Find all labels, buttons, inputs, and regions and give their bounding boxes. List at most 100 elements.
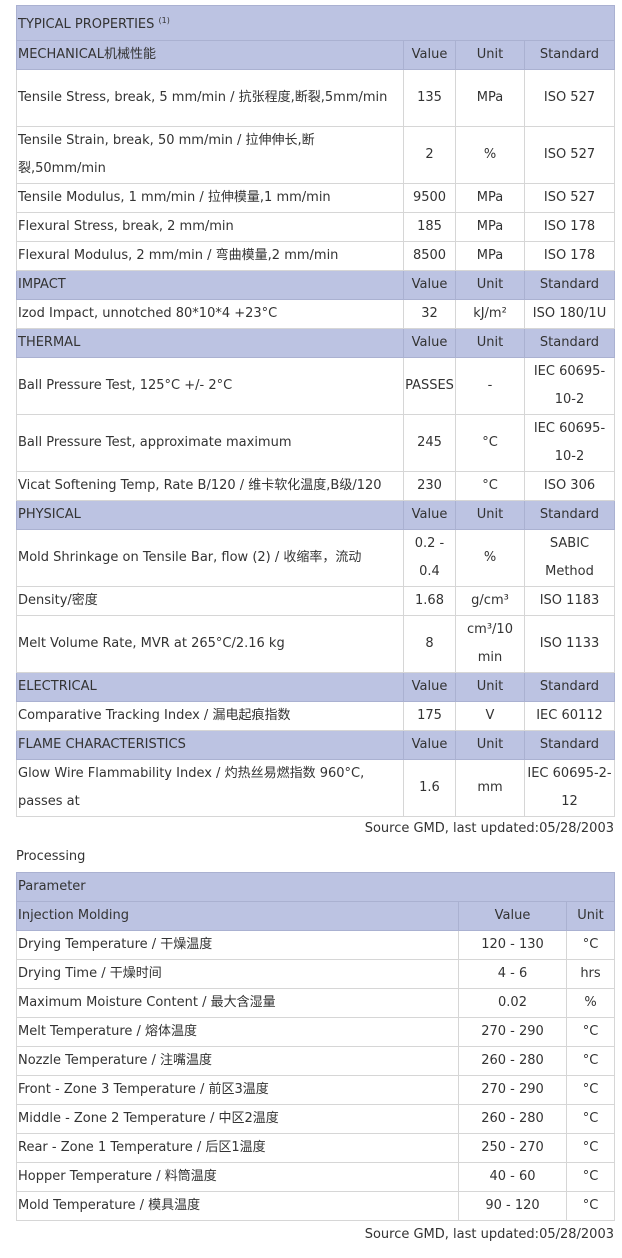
processing-label: Processing bbox=[16, 849, 86, 864]
col-standard-header: Standard bbox=[524, 500, 615, 530]
table-row: Middle - Zone 2 Temperature / 中区2温度 260 -… bbox=[16, 1104, 615, 1134]
col-value-header: Value bbox=[403, 328, 456, 358]
property-cell: Ball Pressure Test, approximate maximum bbox=[16, 414, 404, 472]
table-row: Ball Pressure Test, approximate maximum 2… bbox=[16, 414, 615, 472]
property-cell: Mold Shrinkage on Tensile Bar, flow (2) … bbox=[16, 529, 404, 587]
property-cell: Tensile Stress, break, 5 mm/min / 抗张程度,断… bbox=[16, 69, 404, 127]
section-header-row: MECHANICAL机械性能 Value Unit Standard bbox=[16, 40, 615, 70]
col-value-header: Value bbox=[403, 270, 456, 300]
unit-cell: % bbox=[455, 126, 525, 184]
standard-cell: IEC 60695-10-2 bbox=[524, 414, 615, 472]
table-row: Tensile Strain, break, 50 mm/min / 拉伸伸长,… bbox=[16, 126, 615, 184]
unit-cell: hrs bbox=[566, 959, 615, 989]
parameter-cell: Front - Zone 3 Temperature / 前区3温度 bbox=[16, 1075, 459, 1105]
unit-cell: °C bbox=[455, 471, 525, 501]
parameter-header: Parameter bbox=[16, 872, 615, 902]
section-name: PHYSICAL bbox=[16, 500, 404, 530]
table-row: Izod Impact, unnotched 80*10*4 +23°C 32 kJ… bbox=[16, 299, 615, 329]
standard-cell: IEC 60695-10-2 bbox=[524, 357, 615, 415]
unit-cell: cm³/10 min bbox=[455, 615, 525, 673]
col-unit-header: Unit bbox=[455, 40, 525, 70]
table-row: Vicat Softening Temp, Rate B/120 / 维卡软化温… bbox=[16, 471, 615, 501]
parameter-cell: Rear - Zone 1 Temperature / 后区1温度 bbox=[16, 1133, 459, 1163]
property-cell: Density/密度 bbox=[16, 586, 404, 616]
processing-body: Parameter Injection Molding Value Unit D… bbox=[16, 872, 615, 1221]
table-title: TYPICAL PROPERTIES bbox=[18, 17, 155, 32]
value-cell: 40 - 60 bbox=[458, 1162, 567, 1192]
value-cell: PASSES bbox=[403, 357, 456, 415]
col-standard-header: Standard bbox=[524, 328, 615, 358]
property-cell: Tensile Strain, break, 50 mm/min / 拉伸伸长,… bbox=[16, 126, 404, 184]
unit-cell: °C bbox=[566, 1133, 615, 1163]
parameter-cell: Nozzle Temperature / 注嘴温度 bbox=[16, 1046, 459, 1076]
unit-cell: °C bbox=[566, 930, 615, 960]
col-standard-header: Standard bbox=[524, 730, 615, 760]
parameter-cell: Drying Temperature / 干燥温度 bbox=[16, 930, 459, 960]
unit-cell: °C bbox=[566, 1046, 615, 1076]
table-row: Tensile Modulus, 1 mm/min / 拉伸模量,1 mm/mi… bbox=[16, 183, 615, 213]
typical-source-note: Source GMD, last updated:05/28/2003 bbox=[364, 821, 614, 836]
standard-cell: ISO 1183 bbox=[524, 586, 615, 616]
standard-cell: IEC 60112 bbox=[524, 701, 615, 731]
value-cell: 230 bbox=[403, 471, 456, 501]
col-value-header: Value bbox=[403, 730, 456, 760]
col-unit-header: Unit bbox=[455, 672, 525, 702]
value-cell: 32 bbox=[403, 299, 456, 329]
table-row: Ball Pressure Test, 125°C +/- 2°C PASSES -… bbox=[16, 357, 615, 415]
section-header-row: THERMAL Value Unit Standard bbox=[16, 328, 615, 358]
value-cell: 8 bbox=[403, 615, 456, 673]
unit-cell: °C bbox=[566, 1017, 615, 1047]
value-cell: 4 - 6 bbox=[458, 959, 567, 989]
value-cell: 270 - 290 bbox=[458, 1075, 567, 1105]
col-value-header: Value bbox=[403, 40, 456, 70]
standard-cell: ISO 1133 bbox=[524, 615, 615, 673]
value-cell: 185 bbox=[403, 212, 456, 242]
table-title-note: (1) bbox=[158, 16, 170, 25]
unit-cell: °C bbox=[455, 414, 525, 472]
value-cell: 260 - 280 bbox=[458, 1046, 567, 1076]
processing-col-unit: Unit bbox=[566, 901, 615, 931]
section-name: FLAME CHARACTERISTICS bbox=[16, 730, 404, 760]
col-unit-header: Unit bbox=[455, 328, 525, 358]
col-value-header: Value bbox=[403, 500, 456, 530]
value-cell: 1.6 bbox=[403, 759, 456, 817]
standard-cell: ISO 527 bbox=[524, 69, 615, 127]
property-cell: Flexural Stress, break, 2 mm/min bbox=[16, 212, 404, 242]
value-cell: 0.2 - 0.4 bbox=[403, 529, 456, 587]
standard-cell: ISO 527 bbox=[524, 183, 615, 213]
standard-cell: ISO 527 bbox=[524, 126, 615, 184]
unit-cell: °C bbox=[566, 1104, 615, 1134]
standard-cell: ISO 306 bbox=[524, 471, 615, 501]
standard-cell: SABIC Method bbox=[524, 529, 615, 587]
property-cell: Melt Volume Rate, MVR at 265°C/2.16 kg bbox=[16, 615, 404, 673]
table-row: Glow Wire Flammability Index / 灼热丝易燃指数 9… bbox=[16, 759, 615, 817]
parameter-cell: Middle - Zone 2 Temperature / 中区2温度 bbox=[16, 1104, 459, 1134]
unit-cell: °C bbox=[566, 1191, 615, 1221]
unit-cell: mm bbox=[455, 759, 525, 817]
unit-cell: MPa bbox=[455, 241, 525, 271]
value-cell: 9500 bbox=[403, 183, 456, 213]
table-row: Drying Temperature / 干燥温度 120 - 130 °C bbox=[16, 930, 615, 960]
standard-cell: ISO 178 bbox=[524, 241, 615, 271]
unit-cell: °C bbox=[566, 1075, 615, 1105]
col-standard-header: Standard bbox=[524, 40, 615, 70]
section-name: ELECTRICAL bbox=[16, 672, 404, 702]
table-row: Rear - Zone 1 Temperature / 后区1温度 250 - 2… bbox=[16, 1133, 615, 1163]
table-title-cell: TYPICAL PROPERTIES (1) bbox=[16, 5, 615, 41]
property-cell: Izod Impact, unnotched 80*10*4 +23°C bbox=[16, 299, 404, 329]
unit-cell: °C bbox=[566, 1162, 615, 1192]
unit-cell: MPa bbox=[455, 69, 525, 127]
parameter-cell: Maximum Moisture Content / 最大含湿量 bbox=[16, 988, 459, 1018]
standard-cell: IEC 60695-2-12 bbox=[524, 759, 615, 817]
table-row: Front - Zone 3 Temperature / 前区3温度 270 - … bbox=[16, 1075, 615, 1105]
value-cell: 270 - 290 bbox=[458, 1017, 567, 1047]
section-header-row: PHYSICAL Value Unit Standard bbox=[16, 500, 615, 530]
section-name: MECHANICAL机械性能 bbox=[16, 40, 404, 70]
property-cell: Comparative Tracking Index / 漏电起痕指数 bbox=[16, 701, 404, 731]
typical-properties-body: TYPICAL PROPERTIES (1) MECHANICAL机械性能 Val… bbox=[16, 5, 615, 817]
unit-cell: % bbox=[455, 529, 525, 587]
parameter-cell: Hopper Temperature / 料筒温度 bbox=[16, 1162, 459, 1192]
parameter-cell: Drying Time / 干燥时间 bbox=[16, 959, 459, 989]
table-row: Density/密度 1.68 g/cm³ ISO 1183 bbox=[16, 586, 615, 616]
table-row: Tensile Stress, break, 5 mm/min / 抗张程度,断… bbox=[16, 69, 615, 127]
